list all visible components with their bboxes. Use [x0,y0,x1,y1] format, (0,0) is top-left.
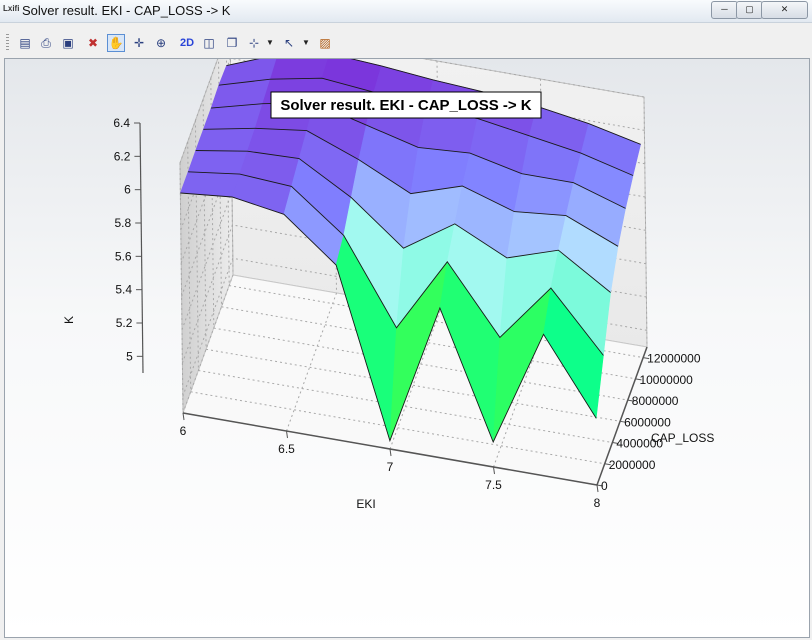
z-tick-label: 5.2 [116,316,133,330]
z-tick-label: 5.6 [115,249,132,263]
y-tick-label: 12000000 [647,352,701,366]
save-icon[interactable]: ▣ [59,34,77,52]
z-tick-label: 5 [126,349,133,363]
window-title: Solver result. EKI - CAP_LOSS -> K [22,3,231,18]
y-tick-label: 6000000 [624,415,671,429]
x-tick [596,484,599,493]
z-tick-label: 5.8 [115,216,132,230]
x-axis-label: EKI [356,497,375,511]
x-tick-label: 8 [594,496,601,510]
z-tick-label: 6.4 [113,116,130,130]
y-tick-label: 8000000 [632,394,679,408]
surface-cell [187,150,248,175]
crosshair-icon[interactable]: ✛ [130,34,148,52]
surface-cell [195,127,256,152]
2d-button[interactable]: 2D [178,34,196,52]
z-tick-label: 5.4 [115,283,132,297]
close-button[interactable]: ✕ [761,1,808,19]
pointer-icon[interactable]: ↖ [280,34,298,52]
x-tick-label: 7.5 [485,478,502,492]
x-tick [286,430,288,439]
chart-icon[interactable]: ▤ [16,34,34,52]
maximize-button[interactable]: ▢ [736,1,763,19]
print-icon[interactable]: ⎙ [37,34,55,52]
zoom-icon[interactable]: ⊕ [152,34,170,52]
cube-icon[interactable]: ◫ [200,34,218,52]
box-icon[interactable]: ❐ [223,34,241,52]
surface-cell [179,171,241,198]
y-tick-label: 0 [601,479,608,493]
y-axis-label: CAP_LOSS [651,431,714,445]
reset-icon[interactable]: ✖ [84,34,102,52]
x-tick [493,466,495,475]
toolbar-grip[interactable] [6,34,9,52]
surface-cell [269,59,329,80]
surface-chart[interactable]: 66.577.580200000040000006000000800000010… [5,59,807,635]
chart-area[interactable]: 6 6.5 7 7.5 8 0 2000000 4000000 6000000 8000000 10… [4,58,810,638]
title-bar: Lxifi Solver result. EKI - CAP_LOSS -> K… [0,0,812,23]
z-tick-label: 6.2 [114,149,131,163]
pan-hand-icon[interactable]: ✋ [107,34,125,52]
y-tick-label: 2000000 [609,458,656,472]
axes-icon[interactable]: ⊹ [245,34,263,52]
x-tick-label: 6.5 [278,442,295,456]
x-tick-label: 7 [387,460,394,474]
chart-title: Solver result. EKI - CAP_LOSS -> K [280,97,531,114]
pointer-dropdown-icon[interactable]: ▼ [302,34,310,52]
x-tick [182,412,185,421]
x-tick [389,448,392,457]
palette-icon[interactable]: ▨ [316,34,334,52]
x-tick-label: 6 [180,424,187,438]
z-axis-line [139,122,144,374]
y-tick-label: 10000000 [639,373,693,387]
z-tick-label: 6 [124,183,131,197]
z-axis-label: K [62,316,76,324]
axes-dropdown-icon[interactable]: ▼ [266,34,274,52]
app-icon: Lxifi [3,4,20,13]
minimize-button[interactable]: ─ [711,1,738,19]
